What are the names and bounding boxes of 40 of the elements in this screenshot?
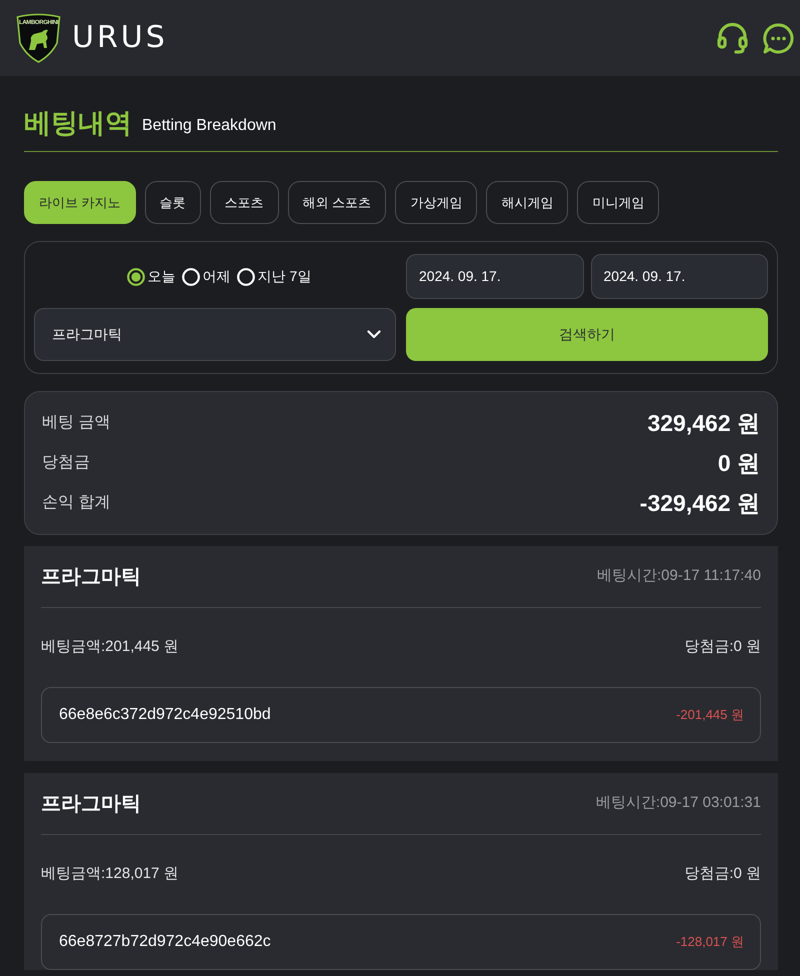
category-tab[interactable]: 미니게임	[577, 181, 660, 224]
bet-provider: 프라그마틱	[41, 792, 141, 816]
bet-id: 66e8e6c372d972c4e92510bd	[59, 705, 271, 725]
category-tab[interactable]: 스포츠	[210, 181, 279, 224]
headset-icon[interactable]	[716, 22, 749, 54]
period-radio[interactable]: 지난 7일	[236, 266, 312, 287]
category-tab[interactable]: 해외 스포츠	[288, 181, 386, 224]
date-field[interactable]: 2024. 09. 17.	[590, 254, 768, 299]
bet-amount: 베팅금액:201,445 원	[41, 637, 179, 658]
bet-time: 베팅시간:09-17 03:01:31	[596, 793, 761, 814]
page-subtitle: Betting Breakdown	[142, 116, 276, 136]
chat-icon[interactable]	[763, 22, 794, 54]
summary-label: 손익 합계	[42, 493, 110, 513]
summary-value: 0 원	[718, 448, 760, 478]
page-title: 베팅내역	[24, 107, 132, 140]
bet-result: -201,445 원	[676, 706, 744, 724]
provider-select[interactable]: 프라그마틱	[34, 308, 396, 361]
win-amount: 당첨금:0 원	[684, 637, 761, 658]
summary-label: 당첨금	[42, 453, 90, 473]
search-button[interactable]: 검색하기	[406, 308, 768, 361]
date-field[interactable]: 2024. 09. 17.	[406, 254, 584, 299]
category-tab[interactable]: 가상게임	[395, 181, 478, 224]
shield-logo-icon	[15, 13, 62, 63]
summary-value: -329,462 원	[640, 488, 760, 518]
category-tab[interactable]: 해시게임	[486, 181, 568, 224]
summary-value: 329,462 원	[647, 408, 760, 438]
bet-amount: 베팅금액:128,017 원	[41, 864, 179, 884]
category-tab[interactable]: 슬롯	[144, 181, 201, 224]
bet-time: 베팅시간:09-17 11:17:40	[597, 566, 761, 586]
bet-provider: 프라그마틱	[41, 564, 141, 590]
win-amount: 당첨금:0 원	[684, 864, 761, 884]
period-radio[interactable]: 어제	[182, 266, 231, 287]
category-tab[interactable]: 라이브 카지노	[24, 181, 136, 224]
summary-label: 베팅 금액	[42, 413, 110, 433]
brand-name: URUS	[72, 21, 168, 55]
radio-icon[interactable]	[126, 268, 145, 286]
chevron-down-icon	[367, 330, 381, 339]
period-radio[interactable]: 오늘	[126, 266, 176, 287]
bet-result: -128,017 원	[676, 933, 744, 952]
bet-id: 66e8727b72d972c4e90e662c	[59, 932, 271, 952]
